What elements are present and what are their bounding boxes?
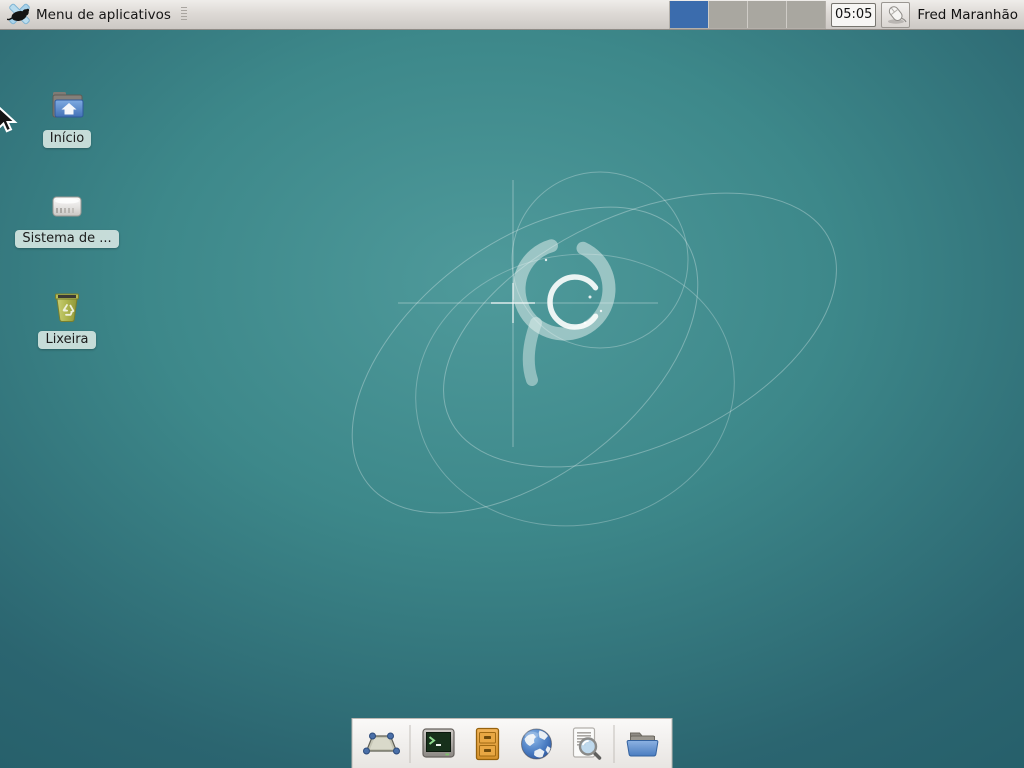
file-cabinet-icon	[468, 724, 508, 764]
status-tray-button[interactable]	[881, 2, 910, 28]
panel-grip-handle[interactable]	[181, 7, 187, 22]
file-manager-launcher[interactable]	[622, 723, 664, 765]
workspace-2[interactable]	[709, 1, 747, 28]
dock-separator	[410, 725, 411, 763]
xfce-menu-icon	[7, 3, 32, 27]
show-desktop-icon	[362, 724, 402, 764]
clock-time: 05:05	[835, 7, 872, 22]
filesystem-drive-icon	[47, 187, 87, 225]
top-panel: Menu de aplicativos 05:05 Fred Maranhão	[0, 0, 1024, 30]
desktop-icon-label: Sistema de ...	[15, 230, 118, 248]
workspace-3[interactable]	[748, 1, 786, 28]
home-folder-icon	[47, 87, 87, 125]
applications-menu-button[interactable]: Menu de aplicativos	[3, 0, 175, 29]
web-browser-launcher[interactable]	[516, 723, 558, 765]
workspace-4[interactable]	[787, 1, 825, 28]
mouse-icon	[885, 5, 907, 25]
trash-icon	[47, 288, 87, 326]
terminal-icon	[419, 724, 459, 764]
desktop-icon-trash[interactable]: Lixeira	[6, 288, 128, 349]
file-cabinet-launcher[interactable]	[467, 723, 509, 765]
dock-separator	[614, 725, 615, 763]
desktop[interactable]: Início Sistema de ... Lixeira	[0, 30, 1024, 768]
wallpaper-debian-lines	[0, 30, 1024, 768]
workspace-switcher	[669, 1, 826, 29]
desktop-icon-home[interactable]: Início	[6, 87, 128, 148]
desktop-icon-label: Lixeira	[38, 331, 95, 349]
web-browser-icon	[517, 724, 557, 764]
applications-menu-label: Menu de aplicativos	[36, 7, 171, 23]
desktop-icon-label: Início	[43, 130, 91, 148]
document-search-icon	[566, 724, 606, 764]
username-label: Fred Maranhão	[915, 7, 1018, 23]
app-finder-launcher[interactable]	[565, 723, 607, 765]
desktop-icon-filesystem[interactable]: Sistema de ...	[6, 187, 128, 248]
workspace-1-active[interactable]	[670, 1, 708, 28]
show-desktop-button[interactable]	[361, 723, 403, 765]
terminal-launcher[interactable]	[418, 723, 460, 765]
clock[interactable]: 05:05	[831, 3, 876, 27]
folder-icon	[623, 724, 663, 764]
bottom-dock	[352, 718, 673, 768]
